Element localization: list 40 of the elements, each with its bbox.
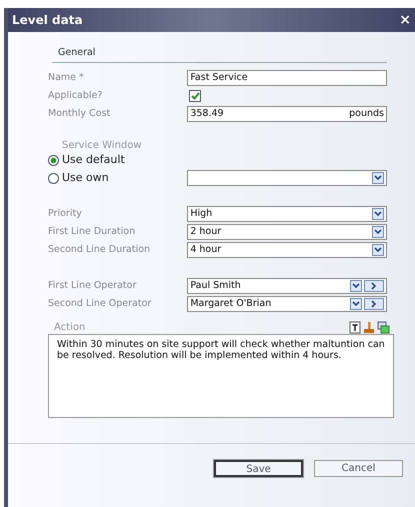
dropdown-field[interactable]: Margaret O'Brian — [187, 296, 387, 312]
window-title: Level data — [12, 12, 83, 29]
text-format-icon[interactable] — [349, 321, 361, 334]
save-button[interactable]: Save — [214, 460, 303, 477]
field-value: 2 hour — [190, 225, 222, 240]
field-value: 4 hour — [190, 243, 222, 258]
field-label: First Line Operator — [48, 279, 138, 294]
group-legend: Action — [54, 322, 86, 334]
dropdown-field[interactable]: 2 hour — [187, 224, 387, 240]
radio-label: Use default — [62, 152, 125, 168]
field-label: Name * — [48, 71, 85, 86]
copy-icon[interactable] — [377, 321, 390, 334]
action-text: Within 30 minutes on site support will check whether maltuntion can be resolved. Resolution will be implemented within 4 hours. — [57, 339, 385, 362]
dropdown-field[interactable]: 4 hour — [187, 242, 387, 258]
close-button[interactable]: × — [399, 13, 411, 27]
field-value: Fast Service — [190, 71, 249, 86]
field-label: Priority — [48, 207, 83, 222]
cancel-button[interactable]: Cancel — [314, 460, 403, 477]
field-label: First Line Duration — [48, 225, 136, 240]
text-field[interactable]: Fast Service — [187, 70, 387, 86]
field-label: Applicable? — [48, 89, 104, 104]
unit-label: pounds — [349, 107, 384, 122]
field-value: Paul Smith — [190, 279, 242, 294]
checkbox[interactable] — [189, 90, 201, 102]
field-value: 358.49 — [190, 107, 225, 122]
dropdown-field[interactable] — [187, 170, 387, 186]
field-label: Monthly Cost — [48, 107, 112, 122]
dropdown-field[interactable]: Paul Smith — [187, 278, 387, 294]
radio-button[interactable] — [48, 154, 59, 166]
dropdown-field[interactable]: High — [187, 206, 387, 222]
field-label: Second Line Operator — [48, 297, 152, 312]
text-area[interactable]: Within 30 minutes on site support will check whether maltuntion can be resolved. Resolution will be implemented within 4 hours. — [48, 334, 394, 418]
group-legend: Service Window — [62, 141, 387, 152]
section-heading: General — [52, 46, 387, 64]
field-label: Second Line Duration — [48, 243, 152, 258]
radio-label: Use own — [62, 170, 109, 186]
field-value: Margaret O'Brian — [190, 297, 272, 312]
text-field[interactable]: 358.49 pounds — [187, 106, 387, 122]
radio-button[interactable] — [48, 172, 59, 184]
field-value: High — [190, 207, 214, 222]
